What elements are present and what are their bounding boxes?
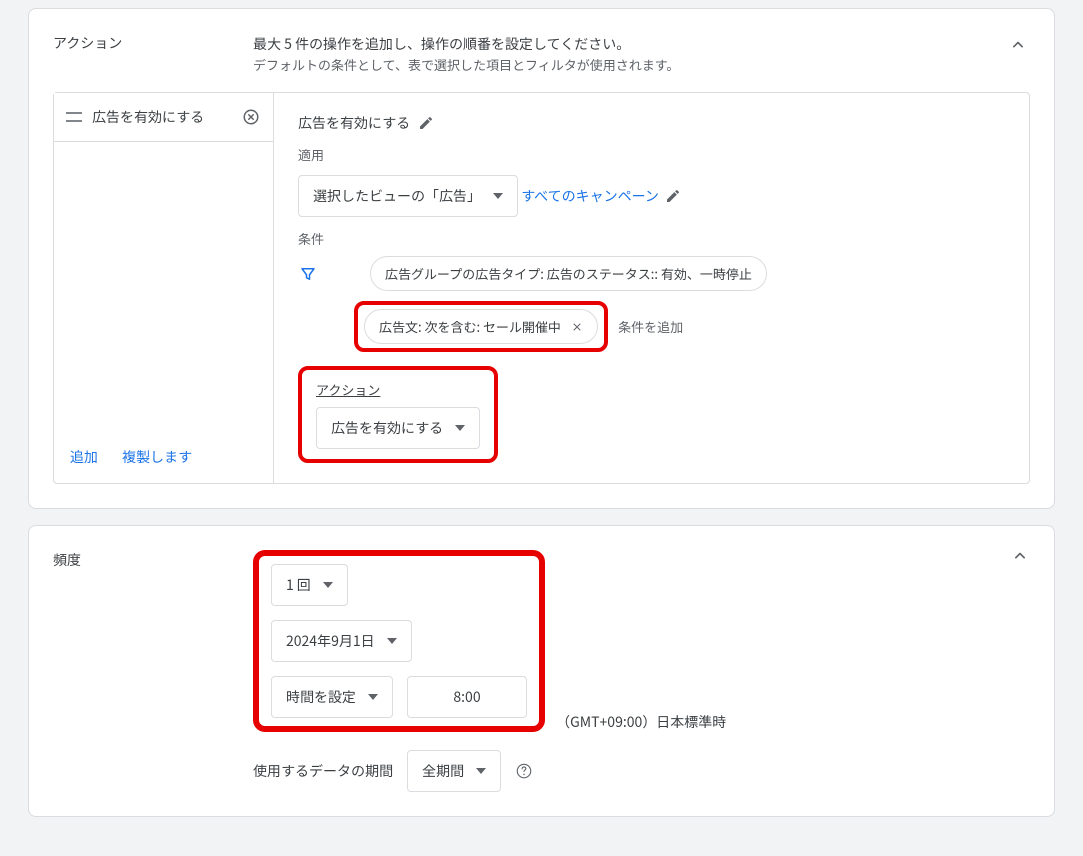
sidebar-item-label: 広告を有効にする (92, 107, 231, 127)
pencil-icon (418, 115, 434, 131)
filter-icon (298, 264, 318, 284)
chip2-text: 広告文: 次を含む: セール開催中 (379, 317, 561, 336)
all-campaigns-text: すべてのキャンペーン (521, 186, 659, 206)
action-dropdown-value: 広告を有効にする (331, 418, 443, 438)
frequency-main: 1 回 2024年9月1日 時間を設定 8:0 (253, 550, 1030, 792)
action-sidebar: 広告を有効にする 追加 複製します (54, 93, 274, 483)
pencil-icon (665, 188, 681, 204)
action-main: 広告を有効にする 適用 選択したビューの「広告」 すべてのキャンペーン 条件 (274, 93, 1029, 483)
sidebar-footer: 追加 複製します (54, 431, 273, 483)
help-icon (515, 762, 533, 780)
date-dropdown[interactable]: 2024年9月1日 (271, 620, 412, 662)
apply-view-dropdown-value: 選択したビューの「広告」 (313, 186, 481, 206)
frequency-card: 頻度 1 回 2024年9月1日 時間を設定 (28, 525, 1055, 817)
time-value: 8:00 (453, 687, 480, 707)
caret-down-icon (455, 425, 465, 431)
filter-row-1: 広告グループの広告タイプ: 広告のステータス:: 有効、一時停止 (298, 256, 1005, 291)
collapse-frequency-button[interactable] (1010, 546, 1030, 571)
action-label: アクション (316, 380, 480, 399)
highlight-chip2: 広告文: 次を含む: セール開催中 (354, 301, 608, 352)
action-inner-box: 広告を有効にする 追加 複製します 広告を有効にする 適用 選択したビューの「広… (53, 92, 1030, 484)
action-card-header: アクション 最大 5 件の操作を追加し、操作の順番を設定してください。 デフォル… (53, 33, 1030, 76)
date-row: 2024年9月1日 (271, 620, 527, 662)
action-section-desc: 最大 5 件の操作を追加し、操作の順番を設定してください。 デフォルトの条件とし… (253, 33, 1030, 76)
close-circle-icon (242, 108, 260, 126)
all-campaigns-link[interactable]: すべてのキャンペーン (521, 186, 681, 206)
sidebar-item-enable-ads[interactable]: 広告を有効にする (54, 93, 273, 142)
highlight-action: アクション 広告を有効にする (298, 366, 498, 463)
drag-handle-icon[interactable] (66, 111, 82, 123)
data-period-dropdown[interactable]: 全期間 (407, 750, 501, 792)
chevron-up-icon (1010, 546, 1030, 566)
caret-down-icon (493, 193, 503, 199)
caret-down-icon (387, 638, 397, 644)
help-button[interactable] (515, 762, 533, 780)
timezone-label: （GMT+09:00）日本標準時 (556, 712, 726, 732)
caret-down-icon (323, 582, 333, 588)
close-icon (571, 321, 583, 333)
desc-line2: デフォルトの条件として、表で選択した項目とフィルタが使用されます。 (253, 55, 1030, 76)
collapse-action-button[interactable] (1006, 33, 1030, 57)
condition-chip-ad-text[interactable]: 広告文: 次を含む: セール開催中 (364, 309, 598, 344)
count-row: 1 回 (271, 564, 527, 606)
caret-down-icon (368, 694, 378, 700)
action-section-title: アクション (53, 33, 233, 53)
apply-view-dropdown[interactable]: 選択したビューの「広告」 (298, 175, 518, 217)
highlight-frequency: 1 回 2024年9月1日 時間を設定 8:0 (253, 550, 545, 732)
apply-label: 適用 (298, 145, 1005, 164)
edit-campaigns-button[interactable] (665, 188, 681, 204)
data-period-value: 全期間 (422, 761, 464, 781)
add-condition-link[interactable]: 条件を追加 (618, 317, 683, 336)
time-set-value: 時間を設定 (286, 687, 356, 707)
conditions-label: 条件 (298, 229, 1005, 248)
main-title-row: 広告を有効にする (298, 113, 1005, 133)
remove-action-button[interactable] (241, 107, 261, 127)
remove-chip2-button[interactable] (571, 321, 583, 333)
caret-down-icon (476, 768, 486, 774)
action-block: アクション 広告を有効にする (298, 366, 1005, 463)
time-input[interactable]: 8:00 (407, 676, 527, 718)
action-dropdown[interactable]: 広告を有効にする (316, 407, 480, 449)
chevron-up-icon (1008, 35, 1028, 55)
frequency-body: 頻度 1 回 2024年9月1日 時間を設定 (53, 550, 1030, 792)
filter-row-2: 広告文: 次を含む: セール開催中 条件を追加 (298, 301, 1005, 352)
count-value: 1 回 (286, 575, 311, 595)
action-card: アクション 最大 5 件の操作を追加し、操作の順番を設定してください。 デフォル… (28, 8, 1055, 509)
time-set-dropdown[interactable]: 時間を設定 (271, 676, 393, 718)
condition-chip-ad-type[interactable]: 広告グループの広告タイプ: 広告のステータス:: 有効、一時停止 (370, 256, 767, 291)
chip1-text: 広告グループの広告タイプ: 広告のステータス:: 有効、一時停止 (385, 264, 752, 283)
main-title: 広告を有効にする (298, 113, 410, 133)
frequency-title: 頻度 (53, 550, 253, 570)
data-period-row: 使用するデータの期間 全期間 (253, 750, 1030, 792)
count-dropdown[interactable]: 1 回 (271, 564, 348, 606)
duplicate-action-link[interactable]: 複製します (122, 447, 192, 467)
data-period-label: 使用するデータの期間 (253, 761, 393, 781)
desc-line1: 最大 5 件の操作を追加し、操作の順番を設定してください。 (253, 34, 630, 54)
add-action-link[interactable]: 追加 (70, 447, 98, 467)
date-value: 2024年9月1日 (286, 631, 375, 651)
edit-title-button[interactable] (418, 115, 434, 131)
time-row: 時間を設定 8:00 (271, 676, 527, 718)
